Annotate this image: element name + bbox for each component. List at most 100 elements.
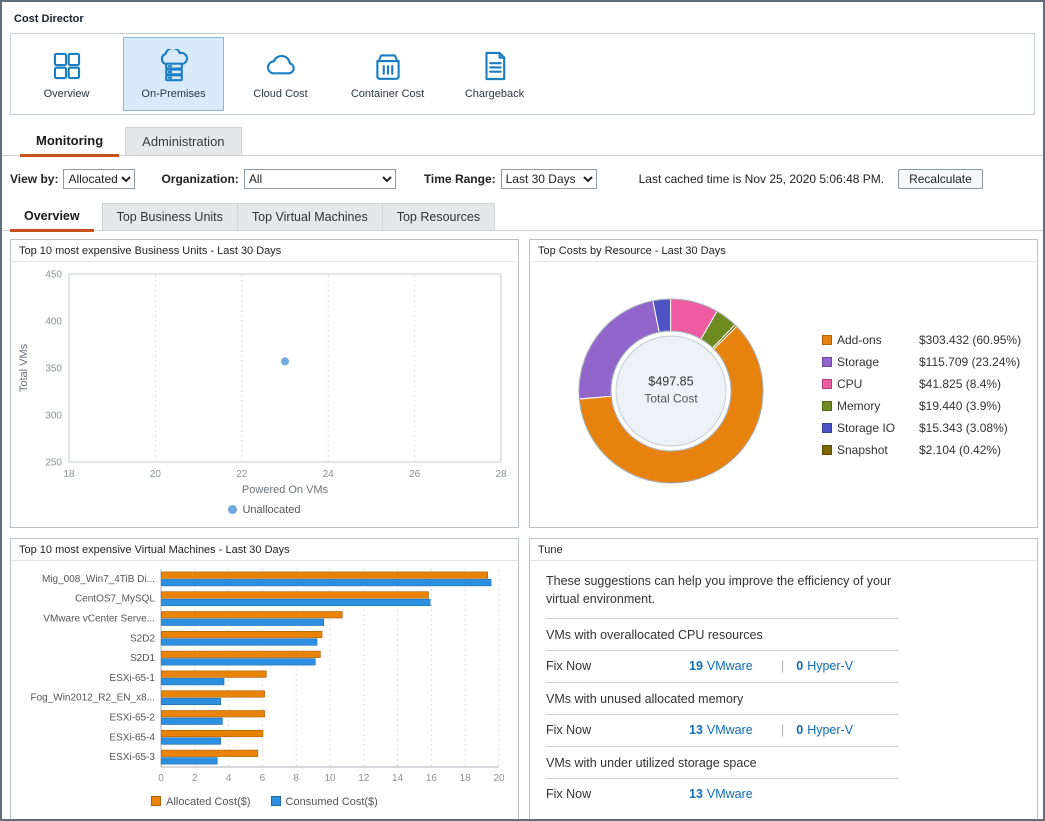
svg-text:Fog_Win2012_R2_EN_x8...: Fog_Win2012_R2_EN_x8... [30, 693, 155, 704]
view-by-label: View by: [10, 172, 58, 186]
svg-text:10: 10 [324, 773, 336, 784]
panel-tune: Tune These suggestions can help you impr… [529, 538, 1038, 821]
svg-text:18: 18 [460, 773, 472, 784]
svg-text:16: 16 [426, 773, 438, 784]
legend-value: $19.440 (3.9%) [919, 399, 1001, 413]
dashboard-grid: Top 10 most expensive Business Units - L… [2, 231, 1043, 821]
legend-label: Snapshot [837, 443, 919, 457]
tune-section-row: Fix Now 19 VMware | 0 Hyper-V [546, 651, 898, 683]
recalculate-button[interactable]: Recalculate [898, 169, 983, 189]
panel-title: Top Costs by Resource - Last 30 Days [530, 240, 1037, 262]
fix-now-link[interactable]: Fix Now [546, 659, 689, 673]
svg-text:450: 450 [45, 270, 62, 281]
nav-tile-chargeback[interactable]: Chargeback [444, 37, 545, 111]
view-by-select[interactable]: Allocated [63, 169, 135, 189]
svg-text:300: 300 [45, 411, 62, 422]
subtab-top-resources[interactable]: Top Resources [382, 203, 495, 230]
business-units-chart: 182022242628250300350400450Powered On VM… [11, 262, 518, 527]
hyperv-label: Hyper-V [807, 659, 853, 673]
legend-value: $2.104 (0.42%) [919, 443, 1001, 457]
donut-svg [546, 270, 796, 520]
legend-item: Snapshot $2.104 (0.42%) [822, 443, 1021, 457]
chargeback-document-icon [478, 49, 512, 83]
legend-label: Memory [837, 399, 919, 413]
svg-text:0: 0 [158, 773, 164, 784]
panel-title: Top 10 most expensive Virtual Machines -… [11, 539, 518, 561]
bar-legend: Allocated Cost($) Consumed Cost($) [11, 795, 518, 811]
hyperv-count: 0 [796, 723, 803, 737]
svg-text:ESXi-65-4: ESXi-65-4 [109, 732, 155, 743]
organization-label: Organization: [161, 172, 238, 186]
nav-tile-cloud-cost[interactable]: Cloud Cost [230, 37, 331, 111]
svg-text:S2D2: S2D2 [130, 633, 155, 644]
legend-value: $15.343 (3.08%) [919, 421, 1008, 435]
tune-section-row: Fix Now 13 VMware | 0 Hyper-V [546, 715, 898, 747]
tune-section-heading: VMs with unused allocated memory [546, 683, 898, 715]
tune-section-row: Fix Now 13 VMware [546, 779, 898, 810]
app-title: Cost Director [14, 13, 84, 25]
panel-virtual-machines: Top 10 most expensive Virtual Machines -… [10, 538, 519, 821]
nav-tile-on-premises[interactable]: On-Premises [123, 37, 224, 111]
tune-section-heading: VMs with under utilized storage space [546, 747, 898, 779]
organization-select[interactable]: All [244, 169, 396, 189]
divider: | [781, 723, 784, 737]
vmware-link[interactable]: 13 VMware [689, 723, 781, 737]
legend-label: Consumed Cost($) [286, 796, 378, 808]
svg-text:CentOS7_MySQL: CentOS7_MySQL [75, 594, 155, 605]
hyperv-link[interactable]: 0 Hyper-V [796, 659, 888, 673]
vmware-label: VMware [707, 659, 753, 673]
vmware-link[interactable]: 13 VMware [689, 787, 781, 801]
svg-text:20: 20 [150, 469, 162, 480]
legend-swatch [822, 423, 832, 433]
on-premises-server-icon [157, 49, 191, 83]
app-window: Cost Director Overview On-Premises Cloud… [0, 0, 1045, 821]
svg-text:4: 4 [226, 773, 232, 784]
nav-tile-overview[interactable]: Overview [16, 37, 117, 111]
legend-item: Unallocated [228, 504, 300, 516]
nav-tile-container-cost[interactable]: Container Cost [337, 37, 438, 111]
top-nav: Overview On-Premises Cloud Cost Containe… [10, 33, 1035, 115]
donut-chart: $497.85 Total Cost [546, 270, 796, 520]
vmware-link[interactable]: 19 VMware [689, 659, 781, 673]
tune-section-heading: VMs with overallocated CPU resources [546, 619, 898, 651]
app-header: Cost Director [2, 2, 1043, 31]
cloud-icon [264, 49, 298, 83]
svg-text:6: 6 [260, 773, 266, 784]
legend-label: Allocated Cost($) [166, 796, 250, 808]
svg-text:28: 28 [495, 469, 507, 480]
tab-administration[interactable]: Administration [125, 127, 241, 155]
panel-title: Tune [530, 539, 1037, 561]
svg-text:250: 250 [45, 458, 62, 469]
svg-text:2: 2 [192, 773, 198, 784]
svg-text:ESXi-65-3: ESXi-65-3 [109, 752, 155, 763]
subtab-overview[interactable]: Overview [10, 203, 94, 232]
svg-text:400: 400 [45, 317, 62, 328]
legend-swatch [822, 445, 832, 455]
tune-panel-body: These suggestions can help you improve t… [530, 561, 1037, 821]
legend-value: $115.709 (23.24%) [919, 355, 1020, 369]
fix-now-link[interactable]: Fix Now [546, 787, 689, 801]
svg-text:26: 26 [409, 469, 421, 480]
legend-item: Allocated Cost($) [151, 796, 250, 808]
panel-title: Top 10 most expensive Business Units - L… [11, 240, 518, 262]
svg-text:Mig_008_Win7_4TiB Di...: Mig_008_Win7_4TiB Di... [42, 574, 155, 585]
time-range-select[interactable]: Last 30 Days [501, 169, 597, 189]
panel-business-units: Top 10 most expensive Business Units - L… [10, 239, 519, 528]
tune-intro: These suggestions can help you improve t… [546, 565, 898, 619]
subtab-top-virtual-machines[interactable]: Top Virtual Machines [237, 203, 382, 230]
fix-now-link[interactable]: Fix Now [546, 723, 689, 737]
svg-text:Powered On VMs: Powered On VMs [242, 484, 329, 496]
hyperv-link[interactable]: 0 Hyper-V [796, 723, 888, 737]
hyperv-count: 0 [796, 659, 803, 673]
main-tabbar: Monitoring Administration [2, 115, 1043, 156]
legend-swatch [822, 357, 832, 367]
svg-text:350: 350 [45, 364, 62, 375]
vmware-count: 13 [689, 723, 703, 737]
tab-monitoring[interactable]: Monitoring [20, 127, 119, 157]
legend-swatch [822, 401, 832, 411]
panel-costs-by-resource: Top Costs by Resource - Last 30 Days $49… [529, 239, 1038, 528]
subtab-top-business-units[interactable]: Top Business Units [102, 203, 237, 230]
svg-text:S2D1: S2D1 [130, 653, 155, 664]
legend-label: CPU [837, 377, 919, 391]
nav-label: On-Premises [141, 88, 205, 100]
